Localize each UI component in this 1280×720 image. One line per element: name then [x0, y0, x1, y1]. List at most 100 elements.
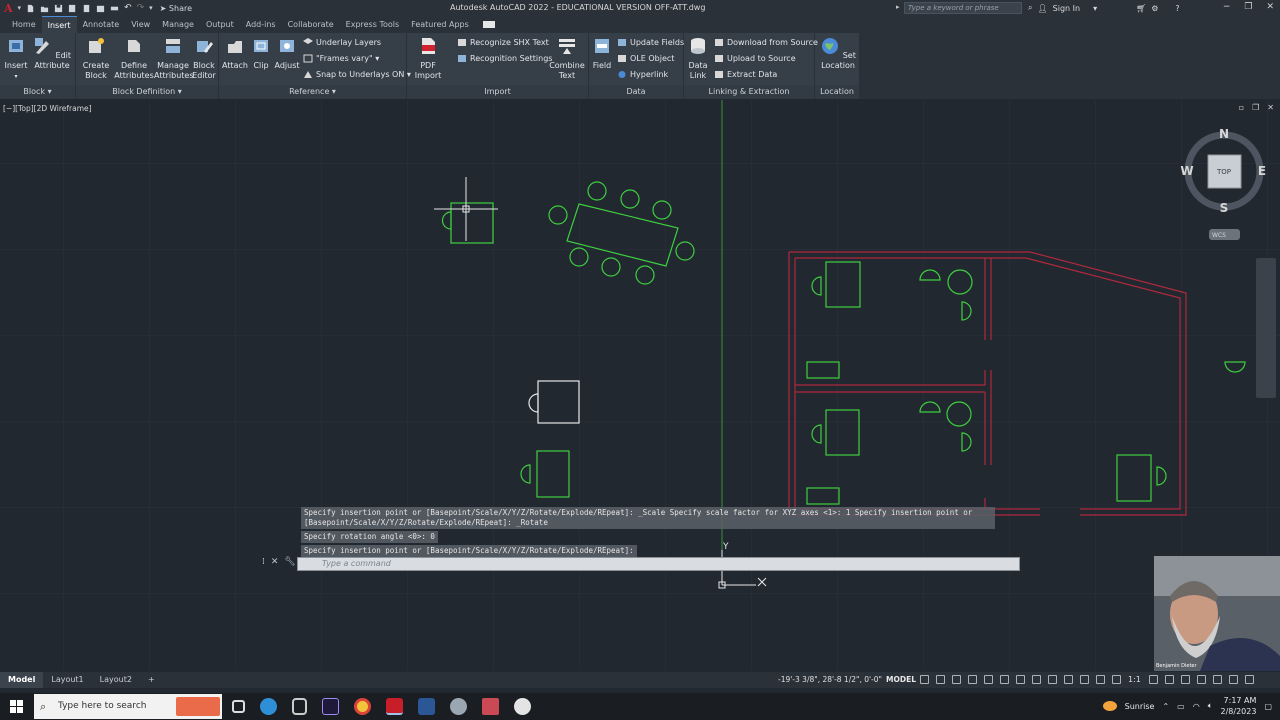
annotation-visibility-icon[interactable] [1096, 675, 1105, 684]
tab-collaborate[interactable]: Collaborate [282, 16, 340, 33]
qat-customize-chevron-icon[interactable]: ▾ [149, 4, 153, 12]
minimize-icon[interactable]: − [1223, 2, 1231, 12]
selection-cycling-icon[interactable] [1064, 675, 1073, 684]
object-snap-icon[interactable] [1016, 675, 1025, 684]
weather-icon[interactable] [1102, 701, 1117, 711]
web-mobile-icon[interactable] [82, 4, 91, 13]
tab-view[interactable]: View [125, 16, 156, 33]
share-button[interactable]: ➤ Share [160, 4, 192, 13]
wifi-icon[interactable]: ◠ [1193, 702, 1200, 711]
annotation-autoscale-icon[interactable] [1112, 675, 1121, 684]
add-layout-icon[interactable]: + [140, 672, 163, 688]
task-view-icon[interactable] [232, 700, 245, 713]
adjust-button[interactable]: Adjust [273, 36, 301, 71]
grid-icon[interactable] [920, 675, 929, 684]
extract-data-button[interactable]: Extract Data [714, 70, 777, 79]
save-icon[interactable] [54, 4, 63, 13]
premiere-icon[interactable] [322, 698, 339, 715]
lineweight-icon[interactable] [1032, 675, 1041, 684]
viewport-controls-label[interactable]: [−][Top][2D Wireframe] [3, 104, 92, 113]
exchange-icon[interactable]: ⚙ [1151, 4, 1158, 13]
data-link-button[interactable]: Data Link [684, 36, 712, 81]
command-close-icon[interactable]: ✕ [271, 557, 279, 567]
attach-button[interactable]: Attach [221, 36, 249, 71]
app-icon-9[interactable] [482, 698, 499, 715]
hyperlink-button[interactable]: Hyperlink [617, 70, 668, 79]
weather-label[interactable]: Sunrise [1125, 702, 1155, 711]
workspace-gear-icon[interactable] [1149, 675, 1158, 684]
tab-home[interactable]: Home [6, 16, 42, 33]
notifications-icon[interactable]: ▢ [1264, 702, 1272, 711]
search-expand-icon[interactable]: ▸ [896, 3, 900, 11]
underlay-layers-button[interactable]: Underlay Layers [303, 38, 381, 47]
restore-icon[interactable]: ❐ [1244, 2, 1252, 12]
drawing-viewport[interactable]: Y TOP N S E W WCS [−][Top][2D Wireframe]… [0, 100, 1280, 670]
redo-icon[interactable]: ↷ [137, 3, 145, 13]
insert-button[interactable]: Insert ▾ [2, 36, 30, 82]
user-icon[interactable]: 👤︎ [1037, 4, 1047, 13]
viewport-close-icon[interactable]: ✕ [1267, 103, 1274, 112]
panel-import-title[interactable]: Import [407, 85, 588, 99]
ole-object-button[interactable]: OLE Object [617, 54, 674, 63]
compass-north[interactable]: N [1219, 127, 1229, 141]
open-folder-icon[interactable] [40, 4, 49, 13]
edit-attribute-button[interactable]: Edit Attribute [32, 36, 72, 71]
command-input[interactable]: Type a command [297, 557, 1020, 571]
autocad-taskbar-icon[interactable] [386, 698, 403, 715]
download-from-source-button[interactable]: Download from Source [714, 38, 818, 47]
panel-block-title[interactable]: Block ▾ [0, 85, 75, 99]
annotation-scale[interactable]: 1:1 [1128, 675, 1142, 684]
command-grip-icon[interactable]: ⁞ [262, 557, 265, 567]
recognition-settings-button[interactable]: Recognition Settings [457, 54, 552, 63]
pdf-import-button[interactable]: PDF Import [411, 36, 445, 81]
new-file-icon[interactable] [26, 4, 35, 13]
layout-tab-layout2[interactable]: Layout2 [92, 672, 140, 688]
create-block-button[interactable]: Create Block [78, 36, 114, 81]
signin-link[interactable]: Sign In [1053, 4, 1080, 13]
tab-insert[interactable]: Insert [41, 16, 77, 33]
panel-data-title[interactable]: Data [589, 85, 683, 99]
drawing-canvas[interactable]: Y TOP N S E W WCS [0, 100, 1280, 670]
taskbar-search-input[interactable]: ⌕ Type here to search [34, 694, 222, 719]
viewport-restore-icon[interactable]: ❐ [1252, 103, 1259, 112]
clock[interactable]: 7:17 AM 2/8/2023 [1221, 695, 1257, 717]
clean-screen-icon[interactable] [1229, 675, 1238, 684]
field-button[interactable]: Field [589, 36, 615, 71]
object-snap-tracking-icon[interactable] [1000, 675, 1009, 684]
word-icon[interactable] [418, 698, 435, 715]
navigation-bar[interactable] [1256, 258, 1276, 398]
panel-reference-title[interactable]: Reference ▾ [219, 85, 406, 99]
add-scale-icon[interactable] [1165, 675, 1174, 684]
ortho-icon[interactable] [952, 675, 961, 684]
model-space-toggle[interactable]: MODEL [886, 675, 916, 684]
tab-output[interactable]: Output [200, 16, 240, 33]
clip-button[interactable]: Clip [249, 36, 273, 71]
undo-icon[interactable]: ↶ [124, 3, 132, 13]
compass-west[interactable]: W [1180, 164, 1193, 178]
tab-addins[interactable]: Add-ins [240, 16, 282, 33]
transparency-icon[interactable] [1048, 675, 1057, 684]
units-icon[interactable] [1181, 675, 1190, 684]
close-icon[interactable]: ✕ [1266, 2, 1274, 12]
snap-icon[interactable] [936, 675, 945, 684]
network-icon[interactable]: ▭ [1177, 702, 1185, 711]
autodesk-app-icon[interactable] [292, 698, 307, 715]
app-menu-chevron-icon[interactable]: ▾ [18, 4, 22, 12]
autocad-logo-icon[interactable]: A [4, 2, 13, 15]
cart-icon[interactable]: 🛒︎ [1136, 4, 1146, 13]
plot-icon[interactable] [110, 4, 119, 13]
panel-location-title[interactable]: Location [815, 85, 859, 99]
compass-south[interactable]: S [1220, 201, 1229, 215]
combine-text-button[interactable]: Combine Text [549, 36, 585, 81]
coordinate-readout[interactable]: -19'-3 3/8", 28'-8 1/2", 0'-0" [778, 675, 882, 684]
tray-chevron-icon[interactable]: ⌃ [1162, 702, 1169, 711]
cloud-save-icon[interactable] [96, 4, 105, 13]
layout-tab-layout1[interactable]: Layout1 [43, 672, 91, 688]
app-icon-10[interactable] [514, 698, 531, 715]
isolate-objects-icon[interactable] [1213, 675, 1222, 684]
dynamic-ucs-icon[interactable] [1080, 675, 1089, 684]
compass-east[interactable]: E [1258, 164, 1266, 178]
recognize-shx-button[interactable]: Recognize SHX Text [457, 38, 549, 47]
tab-manage[interactable]: Manage [156, 16, 200, 33]
volume-icon[interactable]: 🔈︎ [1208, 701, 1213, 711]
